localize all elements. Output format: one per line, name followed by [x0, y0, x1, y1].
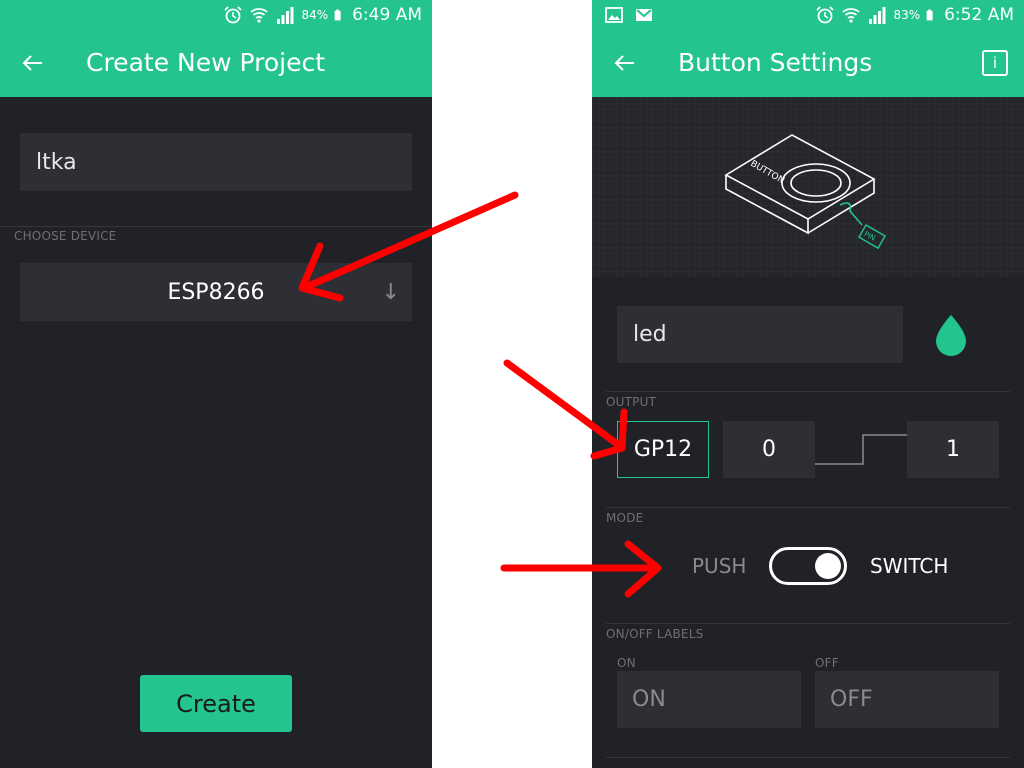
page-title: Create New Project: [86, 48, 326, 77]
button-widget-illustration: BUTTON PIN: [724, 134, 887, 250]
page-title: Button Settings: [678, 48, 873, 77]
mode-toggle[interactable]: [769, 547, 847, 585]
color-drop-icon[interactable]: [933, 313, 969, 357]
alarm-icon: [224, 6, 243, 24]
toggle-knob: [815, 553, 841, 579]
onoff-labels-label: ON/OFF LABELS: [606, 627, 704, 641]
back-arrow-icon[interactable]: [20, 50, 46, 76]
divider: [606, 757, 1010, 758]
app-bar: Button Settings i: [592, 30, 1024, 97]
battery-icon: [334, 9, 341, 21]
battery-percent: 83%: [893, 8, 921, 22]
output-pin-select[interactable]: GP12: [617, 421, 709, 478]
battery-icon: [926, 9, 933, 21]
wifi-icon: [842, 8, 861, 23]
divider: [0, 226, 432, 227]
info-button[interactable]: i: [982, 50, 1008, 76]
widget-name-input[interactable]: led: [617, 306, 903, 363]
wifi-icon: [250, 8, 269, 23]
off-caption: OFF: [815, 656, 839, 670]
status-bar: 84% 6:49 AM: [0, 0, 432, 30]
divider: [606, 507, 1010, 508]
output-range-line: [815, 434, 907, 465]
create-project-screen: 84% 6:49 AM Create New Project ltka CHOO…: [0, 0, 432, 768]
widget-preview-panel: BUTTON PIN: [592, 97, 1024, 277]
clock: 6:52 AM: [944, 5, 1014, 25]
create-button[interactable]: Create: [140, 675, 292, 732]
output-low-value[interactable]: 0: [723, 421, 815, 478]
off-label-input[interactable]: OFF: [815, 671, 999, 728]
button-settings-screen: 83% 6:52 AM Button Settings i BUTTON PIN: [592, 0, 1024, 768]
signal-icon: [277, 7, 294, 24]
battery-percent: 84%: [301, 8, 329, 22]
on-caption: ON: [617, 656, 636, 670]
app-bar: Create New Project: [0, 30, 432, 97]
output-label: OUTPUT: [606, 395, 657, 409]
on-label-input[interactable]: ON: [617, 671, 801, 728]
mail-icon: [636, 9, 652, 21]
mode-push-label[interactable]: PUSH: [692, 554, 746, 578]
widget-button-text: BUTTON: [749, 159, 786, 186]
output-high-value[interactable]: 1: [907, 421, 999, 478]
choose-device-label: CHOOSE DEVICE: [14, 229, 117, 243]
device-select[interactable]: ESP8266 ↓: [20, 263, 412, 321]
alarm-icon: [816, 6, 835, 24]
back-arrow-icon[interactable]: [612, 50, 638, 76]
divider: [606, 391, 1010, 392]
mode-label: MODE: [606, 511, 644, 525]
status-bar: 83% 6:52 AM: [592, 0, 1024, 30]
mode-switch-label[interactable]: SWITCH: [870, 554, 948, 578]
divider: [606, 623, 1010, 624]
arrow-down-icon: ↓: [381, 280, 400, 305]
project-name-input[interactable]: ltka: [20, 133, 412, 191]
device-value: ESP8266: [167, 279, 265, 305]
image-notification-icon: [605, 7, 623, 23]
signal-icon: [869, 7, 886, 24]
clock: 6:49 AM: [352, 5, 422, 25]
